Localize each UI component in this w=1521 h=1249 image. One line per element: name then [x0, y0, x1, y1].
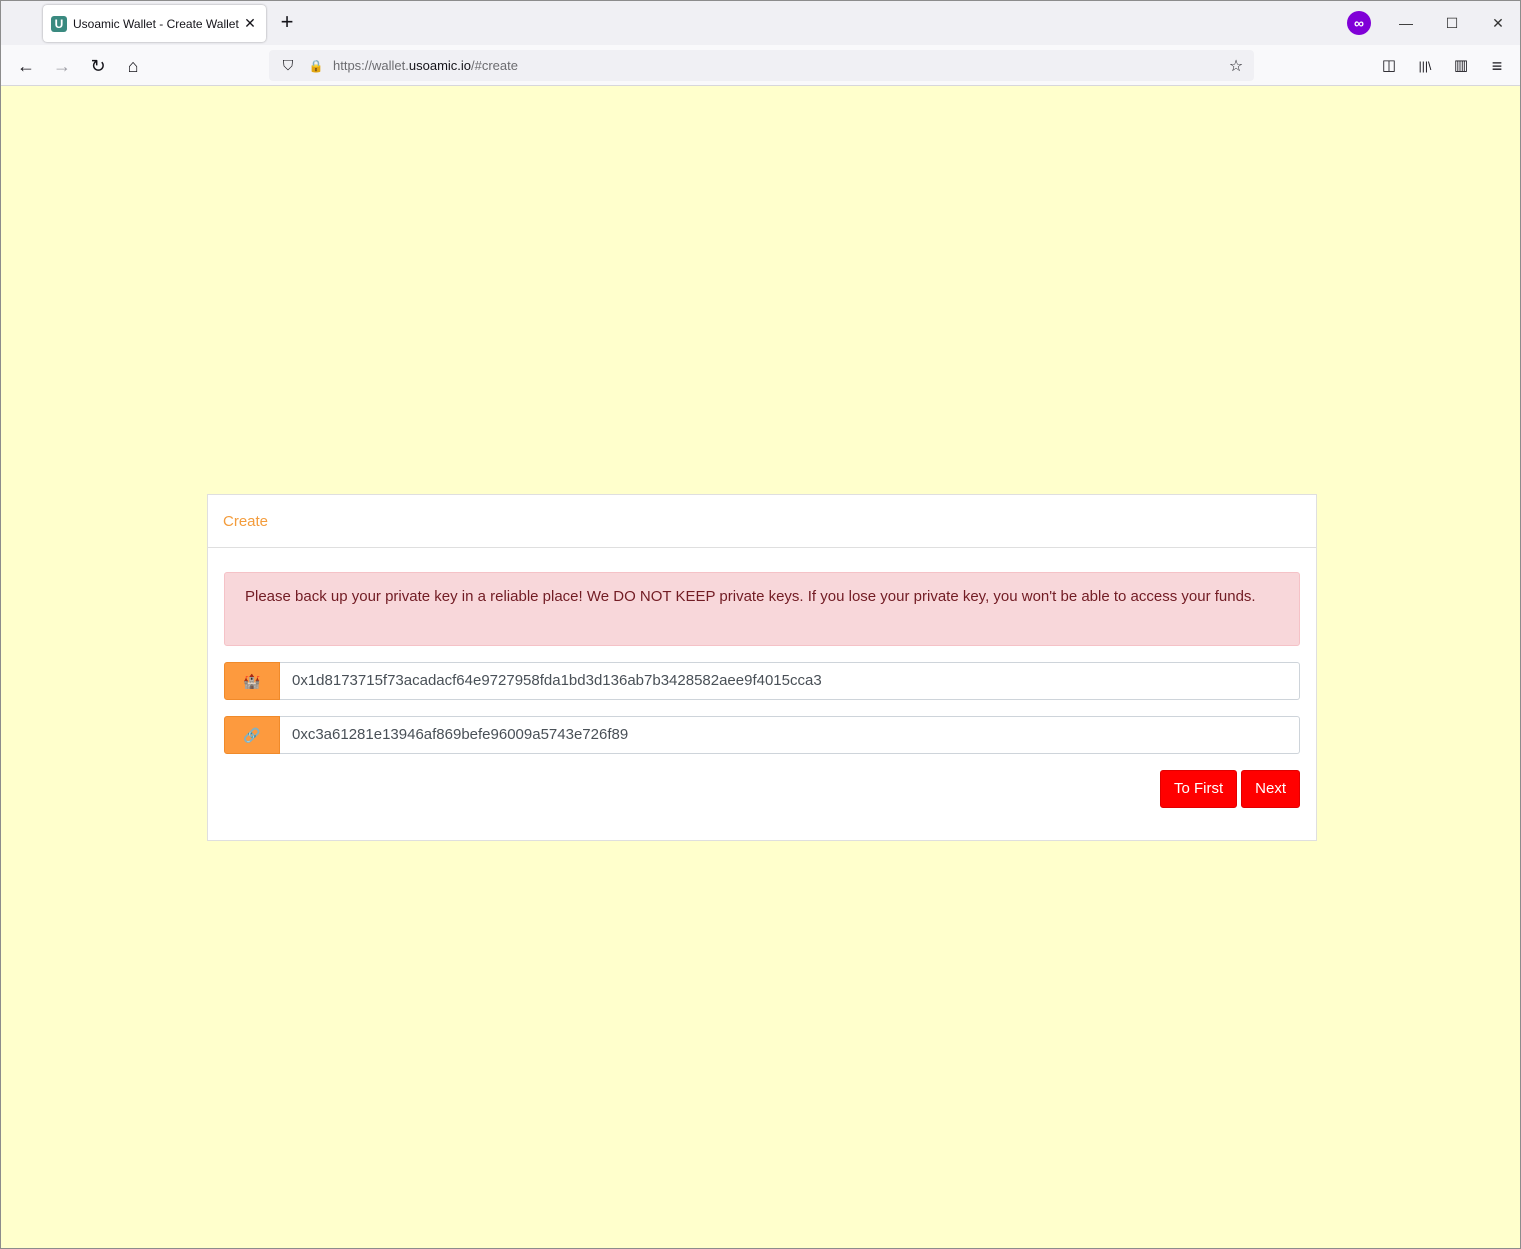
url-suffix: /#create — [471, 58, 518, 73]
url-text[interactable]: https://wallet.usoamic.io/#create — [333, 58, 1226, 73]
new-tab-button[interactable]: + — [275, 11, 299, 35]
tracking-protection-shield-icon[interactable]: ⛉ — [277, 57, 299, 74]
minimize-button[interactable]: — — [1391, 9, 1421, 37]
private-key-group: 🏰 0x1d8173715f73acadacf64e9727958fda1bd3… — [224, 662, 1300, 700]
url-domain: usoamic.io — [408, 58, 472, 73]
card-body: Please back up your private key in a rel… — [208, 548, 1316, 808]
address-group: 🔗 0xc3a61281e13946af869befe96009a5743e72… — [224, 716, 1300, 754]
maximize-button[interactable]: ☐ — [1437, 9, 1467, 37]
close-window-button[interactable]: ✕ — [1483, 9, 1513, 37]
navigation-bar: ← → ↻ ⌂ ⛉ 🔒 https://wallet.usoamic.io/#c… — [1, 45, 1520, 86]
castle-icon: 🏰 — [224, 662, 280, 700]
sidebar-icon[interactable]: ▥ — [1449, 54, 1473, 78]
card-header: Create — [208, 495, 1316, 548]
private-key-field[interactable]: 0x1d8173715f73acadacf64e9727958fda1bd3d1… — [280, 662, 1300, 700]
next-button[interactable]: Next — [1241, 770, 1300, 808]
tab-active[interactable]: U Usoamic Wallet - Create Wallet ✕ — [43, 5, 266, 42]
back-button[interactable]: ← — [13, 53, 39, 79]
page-content: Create Please back up your private key i… — [1, 86, 1520, 1248]
to-first-button[interactable]: To First — [1159, 770, 1238, 808]
bookmark-star-icon[interactable]: ☆ — [1226, 56, 1246, 76]
pocket-icon[interactable]: ◫ — [1377, 54, 1401, 78]
library-icon[interactable]: |||\ — [1413, 54, 1437, 78]
browser-window: U Usoamic Wallet - Create Wallet ✕ + ∞ —… — [0, 0, 1521, 1249]
favicon-letter: U — [54, 16, 64, 31]
lock-icon[interactable]: 🔒 — [305, 59, 327, 73]
forward-button[interactable]: → — [49, 53, 75, 79]
tab-title: Usoamic Wallet - Create Wallet — [73, 16, 239, 31]
tab-close-icon[interactable]: ✕ — [242, 15, 258, 32]
tab-bar: U Usoamic Wallet - Create Wallet ✕ + ∞ —… — [1, 1, 1520, 45]
backup-warning-alert: Please back up your private key in a rel… — [224, 572, 1300, 646]
create-card: Create Please back up your private key i… — [207, 494, 1317, 841]
usoamic-favicon-icon: U — [51, 15, 67, 32]
card-title: Create — [223, 512, 269, 530]
url-prefix: https://wallet. — [333, 58, 409, 73]
reload-button[interactable]: ↻ — [85, 53, 111, 79]
button-row: To First Next — [224, 770, 1300, 808]
link-icon: 🔗 — [224, 716, 280, 754]
account-icon[interactable]: ∞ — [1347, 11, 1371, 35]
url-bar[interactable]: ⛉ 🔒 https://wallet.usoamic.io/#create ☆ — [269, 50, 1254, 81]
address-field[interactable]: 0xc3a61281e13946af869befe96009a5743e726f… — [280, 716, 1300, 754]
menu-icon[interactable]: ≡ — [1485, 54, 1509, 78]
home-button[interactable]: ⌂ — [120, 53, 146, 79]
